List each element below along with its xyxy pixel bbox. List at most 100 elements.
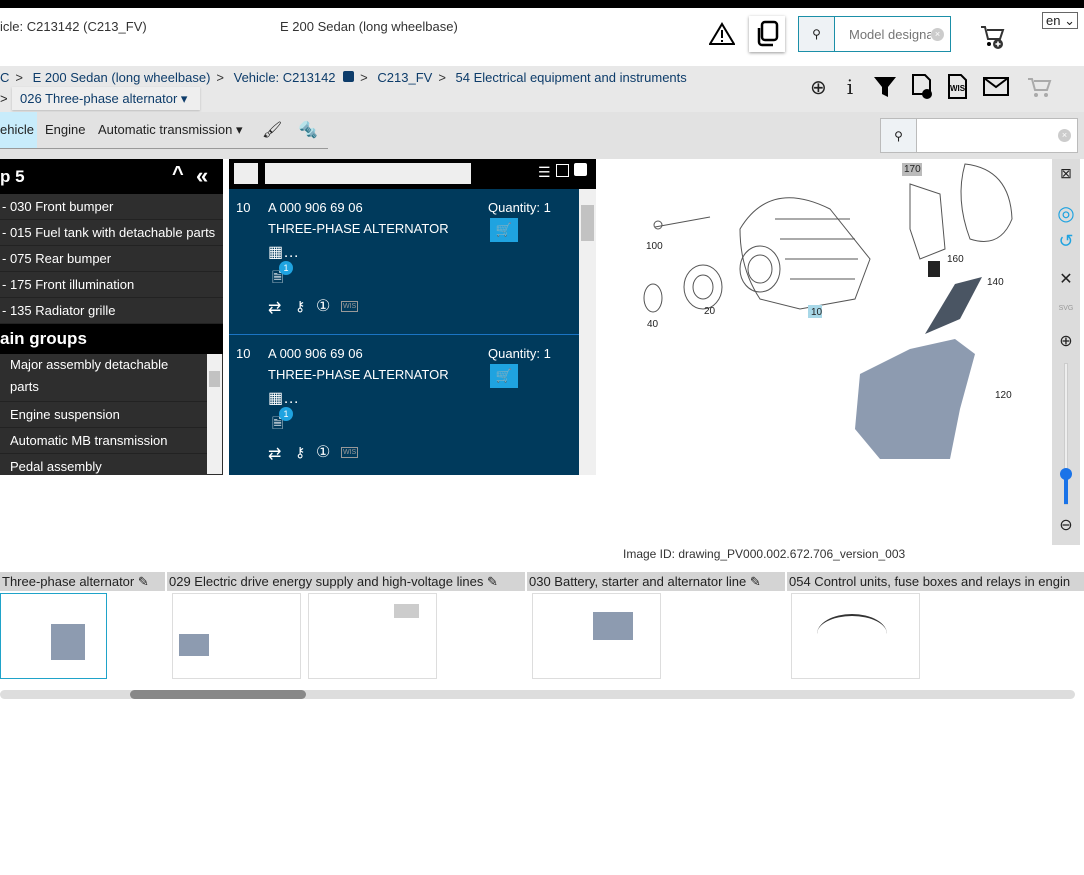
tab-automatic-transmission[interactable]: Automatic transmission ▾ — [98, 112, 243, 148]
swap-icon[interactable]: ⇄ — [268, 444, 281, 464]
svg-text:WIS: WIS — [950, 84, 966, 93]
breadcrumb-item[interactable]: C213_FV — [377, 70, 432, 85]
history-icon[interactable]: ↺ — [1052, 231, 1080, 252]
add-to-cart-icon[interactable] — [978, 24, 1010, 50]
edit-icon[interactable]: ✎ — [487, 574, 498, 589]
search-icon[interactable]: ⚲ — [799, 17, 835, 51]
thumbnail-group-title[interactable]: 029 Electric drive energy supply and hig… — [167, 572, 525, 591]
target-icon[interactable]: ◎ — [1052, 201, 1080, 226]
zoom-out-icon[interactable]: ⊖ — [1052, 515, 1080, 535]
model-search[interactable]: ⚲ × — [798, 16, 951, 52]
warning-icon[interactable] — [708, 20, 736, 48]
expand-icon[interactable] — [556, 164, 569, 177]
tab-underline — [0, 148, 328, 149]
list-item[interactable]: - 075 Rear bumper — [0, 246, 223, 272]
copy-button[interactable] — [749, 16, 785, 52]
parts-search[interactable]: ⚲ × — [880, 118, 1078, 153]
scrollbar[interactable] — [579, 189, 596, 475]
part-number[interactable]: A 000 906 69 06 — [268, 200, 363, 215]
list-item[interactable]: - 030 Front bumper — [0, 194, 223, 220]
part-row[interactable]: 10 A 000 906 69 06 THREE-PHASE ALTERNATO… — [229, 189, 579, 335]
unpin-icon[interactable]: ✕ — [1052, 269, 1080, 289]
filter-input[interactable] — [234, 163, 258, 184]
edit-icon[interactable]: ✎ — [750, 574, 761, 589]
table-icon[interactable]: ▦… — [268, 388, 299, 408]
key-icon[interactable]: ⚷ — [295, 298, 305, 315]
zoom-in-icon[interactable]: ⊕ — [810, 75, 827, 100]
svg-icon[interactable]: SVG — [1052, 305, 1080, 312]
collapse-icon[interactable]: ^ — [172, 163, 184, 186]
part-row[interactable]: 10 A 000 906 69 06 THREE-PHASE ALTERNATO… — [229, 335, 579, 475]
zoom-in-icon[interactable]: ⊕ — [1052, 331, 1080, 351]
wis-icon[interactable]: WIS — [341, 301, 359, 312]
info-circle-icon[interactable]: ① — [316, 296, 330, 316]
parts-drawing[interactable]: 170 100 160 140 40 20 10 120 — [600, 159, 1050, 545]
horizontal-scrollbar[interactable] — [0, 690, 1075, 699]
list-item[interactable]: Pedal assembly — [0, 454, 207, 474]
zoom-slider[interactable] — [1052, 363, 1080, 505]
popout-icon[interactable] — [574, 163, 587, 176]
cart-icon[interactable] — [1027, 76, 1053, 98]
list-item[interactable]: - 015 Fuel tank with detachable parts — [0, 220, 223, 246]
breadcrumb-item[interactable]: 54 Electrical equipment and instruments — [456, 70, 687, 85]
clear-icon[interactable]: × — [1058, 129, 1071, 142]
part-name: THREE-PHASE ALTERNATOR — [268, 221, 449, 236]
scrollbar[interactable] — [207, 354, 222, 474]
list-item[interactable]: - 135 Radiator grille — [0, 298, 223, 324]
thumbnail[interactable] — [172, 593, 301, 679]
thumbnail-group-title[interactable]: 054 Control units, fuse boxes and relays… — [787, 572, 1084, 591]
tab-engine[interactable]: Engine — [45, 112, 85, 148]
callout[interactable]: 140 — [987, 277, 1004, 288]
add-to-cart-button[interactable]: 🛒 — [490, 364, 518, 388]
callout[interactable]: 100 — [646, 241, 663, 252]
thumbnail[interactable] — [791, 593, 920, 679]
thumbnail[interactable] — [532, 593, 661, 679]
info-icon[interactable]: i — [841, 75, 859, 99]
breadcrumb-item[interactable]: Vehicle: C213142 — [234, 70, 336, 85]
clear-icon[interactable]: × — [931, 27, 944, 41]
group-dropdown[interactable]: 026 Three-phase alternator ▾ — [12, 87, 200, 110]
bolt-icon[interactable]: 🔩 — [298, 120, 318, 140]
filter-icon[interactable] — [873, 76, 897, 98]
callout[interactable]: 20 — [704, 306, 715, 317]
breadcrumb-item[interactable]: E 200 Sedan (long wheelbase) — [33, 70, 211, 85]
callout[interactable]: 170 — [904, 164, 921, 175]
parts-search-input[interactable] — [917, 119, 1058, 152]
paint-icon[interactable]: 🖌 — [262, 120, 282, 140]
language-select[interactable]: en ⌄ — [1042, 12, 1078, 29]
image-id: Image ID: drawing_PV000.002.672.706_vers… — [623, 547, 906, 561]
key-icon[interactable]: ⚷ — [295, 444, 305, 461]
add-to-cart-button[interactable]: 🛒 — [490, 218, 518, 242]
filter-input[interactable] — [265, 163, 471, 184]
double-chevron-left-icon[interactable]: « — [196, 163, 208, 189]
email-edit-icon[interactable] — [983, 75, 1013, 99]
wis-icon[interactable]: WIS — [947, 74, 969, 100]
table-icon[interactable]: ▦… — [268, 242, 299, 262]
model-search-input[interactable] — [835, 17, 931, 51]
thumbnail[interactable] — [0, 593, 107, 679]
document-alert-icon[interactable] — [911, 74, 933, 100]
tab-vehicle[interactable]: ehicle — [0, 112, 37, 148]
list-icon[interactable]: ☰ — [538, 164, 551, 181]
search-icon[interactable]: ⚲ — [881, 119, 917, 152]
panel-title: p 5 — [0, 166, 25, 186]
list-item[interactable]: - 175 Front illumination — [0, 272, 223, 298]
list-item[interactable]: Major assembly detachable parts — [0, 354, 207, 402]
copy-icon[interactable] — [343, 71, 355, 82]
edit-icon[interactable]: ✎ — [138, 574, 149, 589]
breadcrumb-item[interactable]: C — [0, 70, 9, 85]
callout[interactable]: 160 — [947, 254, 964, 265]
info-circle-icon[interactable]: ① — [316, 442, 330, 462]
thumbnail-group-title[interactable]: 030 Battery, starter and alternator line… — [527, 572, 785, 591]
close-window-icon[interactable]: ⊠ — [1052, 165, 1080, 182]
wis-icon[interactable]: WIS — [341, 447, 359, 458]
swap-icon[interactable]: ⇄ — [268, 298, 281, 318]
callout[interactable]: 40 — [647, 319, 658, 330]
part-number[interactable]: A 000 906 69 06 — [268, 346, 363, 361]
thumbnail[interactable] — [308, 593, 437, 679]
callout[interactable]: 10 — [811, 307, 822, 318]
list-item[interactable]: Automatic MB transmission — [0, 428, 207, 454]
list-item[interactable]: Engine suspension — [0, 402, 207, 428]
thumbnail-group-title[interactable]: Three-phase alternator ✎ — [0, 572, 165, 591]
callout[interactable]: 120 — [995, 390, 1012, 401]
